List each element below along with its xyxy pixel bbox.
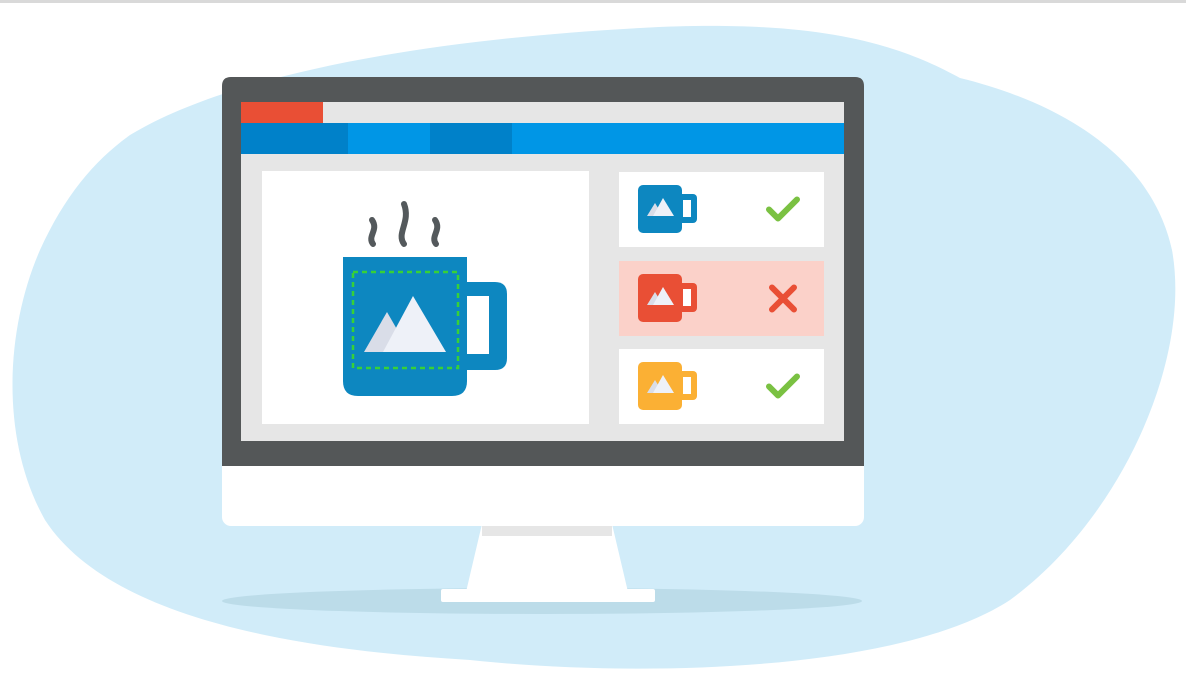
nav-segment-2[interactable] bbox=[348, 123, 430, 154]
small-mug-handle-hole bbox=[683, 377, 691, 394]
top-border bbox=[0, 0, 1186, 3]
result-row-approved[interactable] bbox=[619, 349, 824, 424]
monitor bbox=[222, 77, 864, 526]
nav-segment-3[interactable] bbox=[430, 123, 512, 154]
tab-bar bbox=[241, 102, 844, 123]
browser-tab-bar bbox=[241, 102, 844, 123]
active-tab-marker[interactable] bbox=[241, 102, 323, 123]
mug-handle-hole bbox=[467, 296, 489, 354]
small-mug-handle-hole bbox=[683, 200, 691, 217]
nav-segment-1[interactable] bbox=[241, 123, 348, 154]
preview-panel bbox=[262, 171, 589, 424]
illustration-canvas bbox=[0, 0, 1186, 669]
small-mug-handle-hole bbox=[683, 289, 691, 306]
result-row-approved[interactable] bbox=[619, 172, 824, 247]
stand-base bbox=[441, 589, 655, 602]
result-row-rejected[interactable] bbox=[619, 261, 824, 336]
results-list bbox=[619, 172, 824, 424]
browser-nav-bar bbox=[241, 123, 844, 154]
